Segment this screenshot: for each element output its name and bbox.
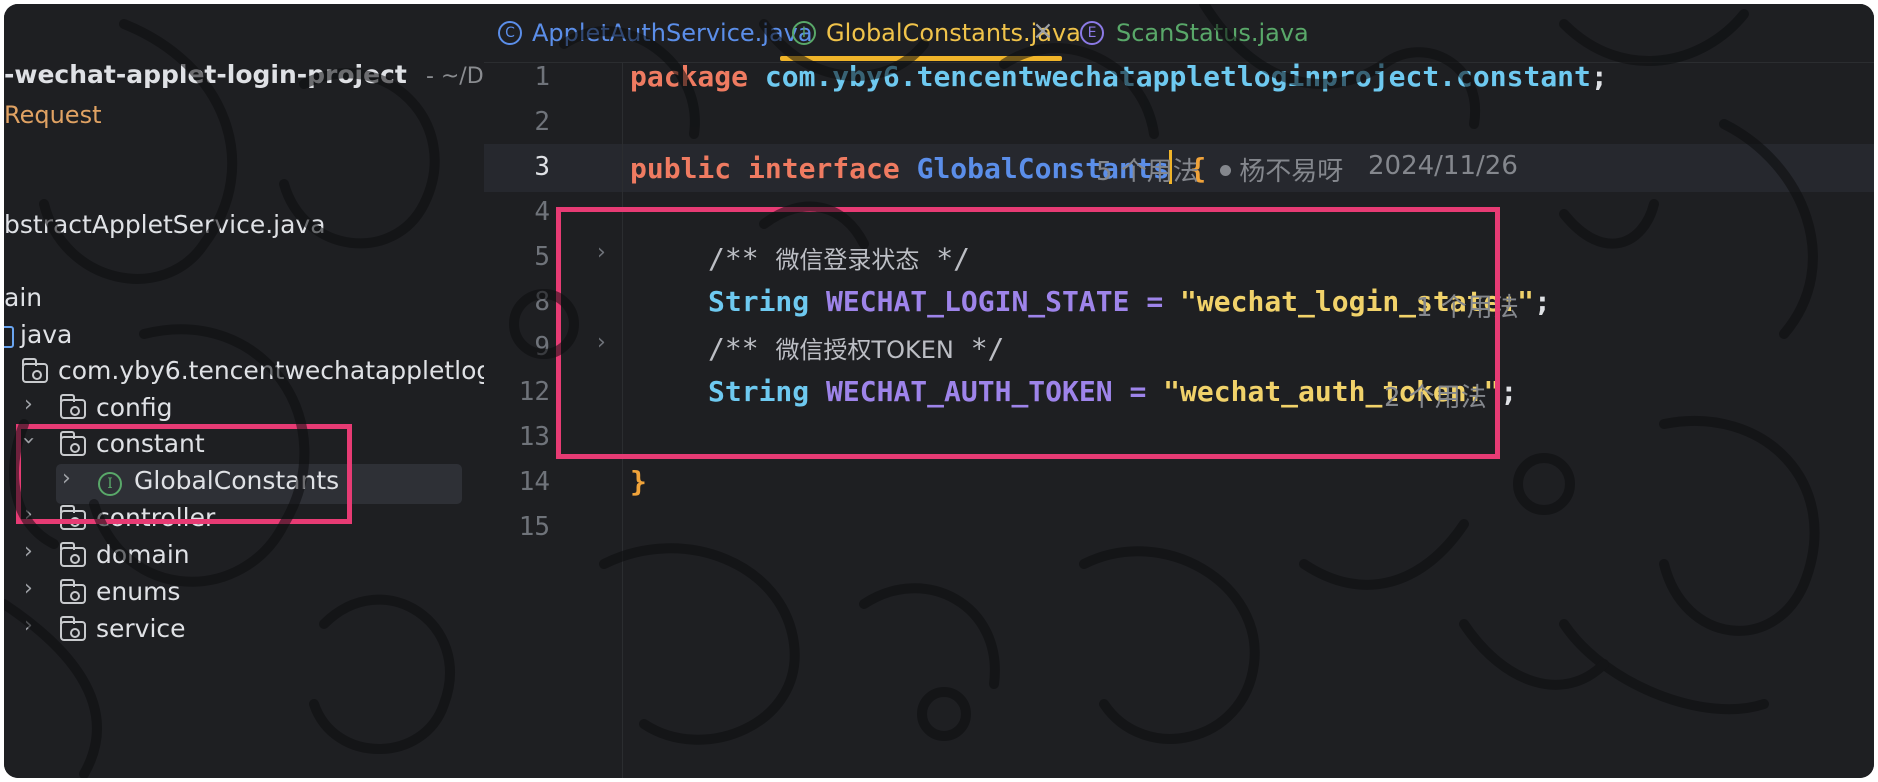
tree-item-package[interactable]: com.yby6.tencentwechatappletlogi (58, 353, 484, 389)
tree-item-service[interactable]: service (96, 611, 186, 647)
project-root-row[interactable]: -wechat-applet-login-project - ~/Do (4, 60, 484, 89)
tab-label: ScanStatus.java (1116, 19, 1309, 47)
author-hint[interactable]: 杨不易呀 (1220, 151, 1343, 188)
usages-hint[interactable]: 5 个用法 (1096, 151, 1199, 188)
folder-icon (59, 579, 86, 604)
request-label: Request (4, 101, 102, 129)
date-hint: 2024/11/26 (1368, 151, 1518, 181)
tree-item-abstract-service[interactable]: bstractAppletService.java (4, 207, 326, 243)
line-number: 13 (518, 422, 550, 452)
code-line-14: } (630, 465, 647, 498)
project-path: - ~/Do (425, 64, 484, 89)
package-folder-icon (21, 358, 48, 383)
line-number: 2 (534, 107, 550, 137)
folder-icon (59, 616, 86, 641)
line-number: 9 (534, 332, 550, 362)
chevron-right-icon[interactable]: › (24, 613, 33, 638)
chevron-right-icon[interactable]: › (24, 576, 33, 601)
chevron-right-icon[interactable]: › (24, 539, 33, 564)
java-folder-icon (4, 326, 14, 348)
tree-item-domain[interactable]: domain (96, 537, 190, 573)
editor-tab-bar: C AppletAuthService.java I GlobalConstan… (484, 4, 1874, 63)
class-icon: C (498, 21, 522, 45)
tree-item-java[interactable]: java (20, 317, 72, 353)
user-icon (1220, 165, 1231, 176)
enum-icon: E (1080, 21, 1104, 45)
tab-label: AppletAuthService.java (532, 19, 813, 47)
tree-item-main[interactable]: ain (4, 280, 42, 316)
highlight-box (16, 424, 352, 524)
tab-global-constants[interactable]: I GlobalConstants.java × (780, 4, 1081, 62)
code-editor[interactable]: C AppletAuthService.java I GlobalConstan… (484, 4, 1874, 778)
tree-item-config[interactable]: config (96, 390, 173, 426)
tree-item-enums[interactable]: enums (96, 574, 180, 610)
project-tree-panel: -wechat-applet-login-project - ~/Do Requ… (4, 4, 484, 778)
code-line-1: package com.yby6.tencentwechatappletlogi… (630, 60, 1608, 93)
line-number: 1 (534, 62, 550, 92)
folder-icon (59, 542, 86, 567)
chevron-right-icon[interactable]: › (24, 392, 33, 417)
line-number: 5 (534, 242, 550, 272)
project-name: -wechat-applet-login-project (4, 60, 407, 89)
interface-icon: I (792, 21, 816, 45)
line-number: 8 (534, 287, 550, 317)
line-number: 4 (534, 197, 550, 227)
folder-icon (59, 394, 86, 419)
close-icon[interactable]: × (1032, 4, 1054, 60)
line-number-current: 3 (534, 152, 550, 182)
ide-window: -wechat-applet-login-project - ~/Do Requ… (4, 4, 1874, 778)
highlight-box (556, 207, 1500, 459)
line-number: 14 (518, 467, 550, 497)
line-number: 15 (518, 512, 550, 542)
line-number: 12 (518, 377, 550, 407)
